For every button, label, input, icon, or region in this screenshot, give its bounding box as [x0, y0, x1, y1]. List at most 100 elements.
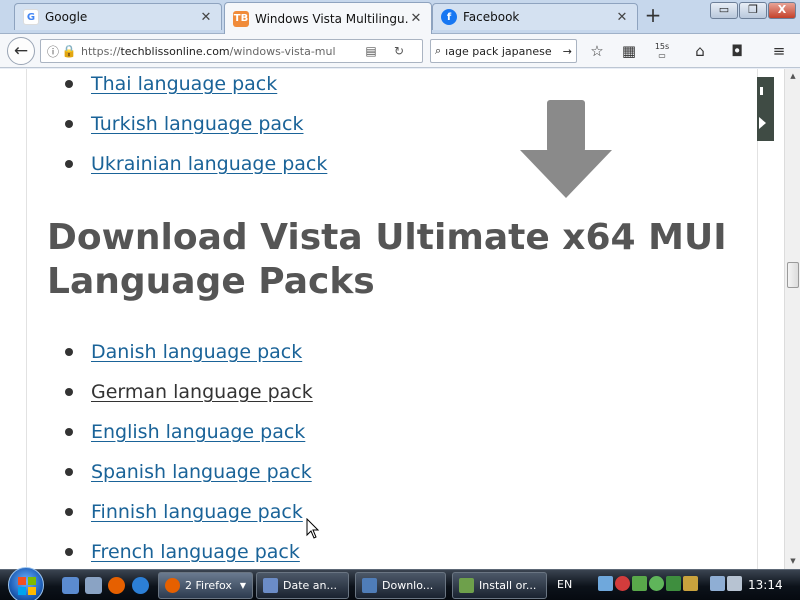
tab-title: Google	[45, 10, 88, 24]
vertical-scrollbar[interactable]: ▲ ▼	[784, 69, 800, 569]
list-item: Turkish language pack	[60, 109, 304, 139]
language-indicator[interactable]: EN	[557, 578, 572, 591]
task-label: Install or...	[479, 579, 537, 592]
pocket-icon[interactable]: ◘	[727, 42, 747, 60]
taskbar-firefox[interactable]: 2 Firefox ▼	[158, 572, 253, 599]
list-item: Spanish language pack	[60, 457, 312, 487]
bullet	[65, 548, 73, 556]
firefox-icon	[165, 578, 180, 593]
switch-windows-icon[interactable]	[85, 577, 102, 594]
search-go-icon[interactable]: →	[563, 45, 572, 58]
internet-explorer-icon[interactable]	[132, 577, 149, 594]
content-border	[757, 69, 758, 569]
search-input[interactable]: ⌕ ıage pack japanese →	[430, 39, 577, 63]
finnish-language-pack-link[interactable]: Finnish language pack	[91, 501, 303, 523]
bullet	[65, 348, 73, 356]
floating-share-tab[interactable]	[757, 77, 774, 141]
tray-antivirus-icon[interactable]	[666, 576, 681, 591]
start-button[interactable]	[8, 567, 44, 600]
tab-strip: G Google ✕ TB Windows Vista Multilingu… …	[0, 0, 800, 34]
scroll-up-icon[interactable]: ▲	[788, 72, 798, 80]
techbliss-favicon-icon: TB	[233, 10, 249, 27]
down-arrow-icon	[520, 100, 612, 198]
mouse-pointer-icon	[306, 518, 320, 539]
scroll-down-icon[interactable]: ▼	[788, 557, 798, 565]
address-bar[interactable]: ⓘ 🔒 https://techblissonline.com/windows-…	[40, 39, 423, 63]
list-item: German language pack	[60, 377, 313, 407]
new-tab-button[interactable]: +	[640, 4, 666, 28]
info-icon[interactable]: ⓘ	[45, 43, 61, 60]
lock-icon: 🔒	[61, 44, 77, 58]
timer-extension-icon[interactable]: 15s ▭	[652, 42, 672, 60]
tab-facebook[interactable]: f Facebook ✕	[432, 3, 638, 30]
reader-view-icon[interactable]: ▤	[363, 44, 379, 58]
close-window-button[interactable]: X	[768, 2, 796, 19]
tab-google[interactable]: G Google ✕	[14, 3, 222, 30]
volume-icon[interactable]	[727, 576, 742, 591]
library-icon[interactable]: ▦	[619, 42, 639, 60]
tab-vista-multilingual[interactable]: TB Windows Vista Multilingu… ✕	[224, 2, 432, 34]
windows-logo-icon	[18, 577, 36, 595]
task-label: Date an...	[283, 579, 337, 592]
menu-icon[interactable]: ≡	[769, 42, 789, 60]
bullet	[65, 428, 73, 436]
close-tab-icon[interactable]: ✕	[409, 11, 423, 26]
show-desktop-icon[interactable]	[62, 577, 79, 594]
tab-title: Windows Vista Multilingu…	[255, 11, 409, 26]
taskbar: 2 Firefox ▼ Date an... Downlo... Install…	[0, 567, 800, 600]
chevron-down-icon: ▼	[239, 581, 246, 590]
search-value: ıage pack japanese	[445, 44, 552, 58]
taskbar-downloads[interactable]: Downlo...	[355, 572, 446, 599]
back-button[interactable]: ←	[7, 37, 35, 65]
tray-security-alert-icon[interactable]	[615, 576, 630, 591]
timer-badge: 15s	[654, 42, 670, 51]
tray-network-share-icon[interactable]	[598, 576, 613, 591]
french-language-pack-link[interactable]: French language pack	[91, 541, 300, 563]
google-favicon-icon: G	[23, 9, 39, 25]
system-tray	[598, 576, 742, 591]
home-icon[interactable]: ⌂	[690, 42, 710, 60]
thai-language-pack-link[interactable]: Thai language pack	[91, 73, 277, 95]
close-tab-icon[interactable]: ✕	[199, 10, 213, 25]
close-tab-icon[interactable]: ✕	[615, 10, 629, 25]
search-icon: ⌕	[435, 44, 442, 57]
page-content: Thai language pack Turkish language pack…	[0, 69, 784, 569]
scroll-thumb[interactable]	[787, 262, 799, 288]
network-icon[interactable]	[710, 576, 725, 591]
tray-update-icon[interactable]	[632, 576, 647, 591]
url-text[interactable]: https://techblissonline.com/windows-vist…	[81, 45, 349, 58]
bullet	[65, 388, 73, 396]
english-language-pack-link[interactable]: English language pack	[91, 421, 305, 443]
spanish-language-pack-link[interactable]: Spanish language pack	[91, 461, 312, 483]
content-border	[26, 69, 27, 569]
danish-language-pack-link[interactable]: Danish language pack	[91, 341, 302, 363]
bullet	[65, 468, 73, 476]
minimize-button[interactable]: ▭	[710, 2, 738, 19]
taskbar-date-and-time[interactable]: Date an...	[256, 572, 349, 599]
taskbar-clock[interactable]: 13:14	[748, 578, 783, 592]
ukrainian-language-pack-link[interactable]: Ukrainian language pack	[91, 153, 327, 175]
facebook-favicon-icon: f	[441, 9, 457, 25]
bullet	[65, 80, 73, 88]
reload-icon[interactable]: ↻	[391, 44, 407, 58]
bullet	[65, 160, 73, 168]
tab-title: Facebook	[463, 10, 520, 24]
taskbar-install[interactable]: Install or...	[452, 572, 547, 599]
list-item: Ukrainian language pack	[60, 149, 327, 179]
maximize-button[interactable]: ❐	[739, 2, 767, 19]
list-item: Finnish language pack	[60, 497, 303, 527]
clock-settings-icon	[263, 578, 278, 593]
arrow-left-icon: ←	[13, 41, 29, 61]
firefox-quicklaunch-icon[interactable]	[108, 577, 125, 594]
list-item: Danish language pack	[60, 337, 302, 367]
list-item: Thai language pack	[60, 69, 277, 99]
bookmark-star-icon[interactable]: ☆	[587, 42, 607, 60]
list-item: French language pack	[60, 537, 300, 567]
german-language-pack-link[interactable]: German language pack	[91, 381, 313, 403]
screen: G Google ✕ TB Windows Vista Multilingu… …	[0, 0, 800, 600]
tray-user-icon[interactable]	[649, 576, 664, 591]
navigation-bar: ← ⓘ 🔒 https://techblissonline.com/window…	[0, 34, 800, 68]
bullet	[65, 508, 73, 516]
tray-app-icon[interactable]	[683, 576, 698, 591]
turkish-language-pack-link[interactable]: Turkish language pack	[91, 113, 304, 135]
